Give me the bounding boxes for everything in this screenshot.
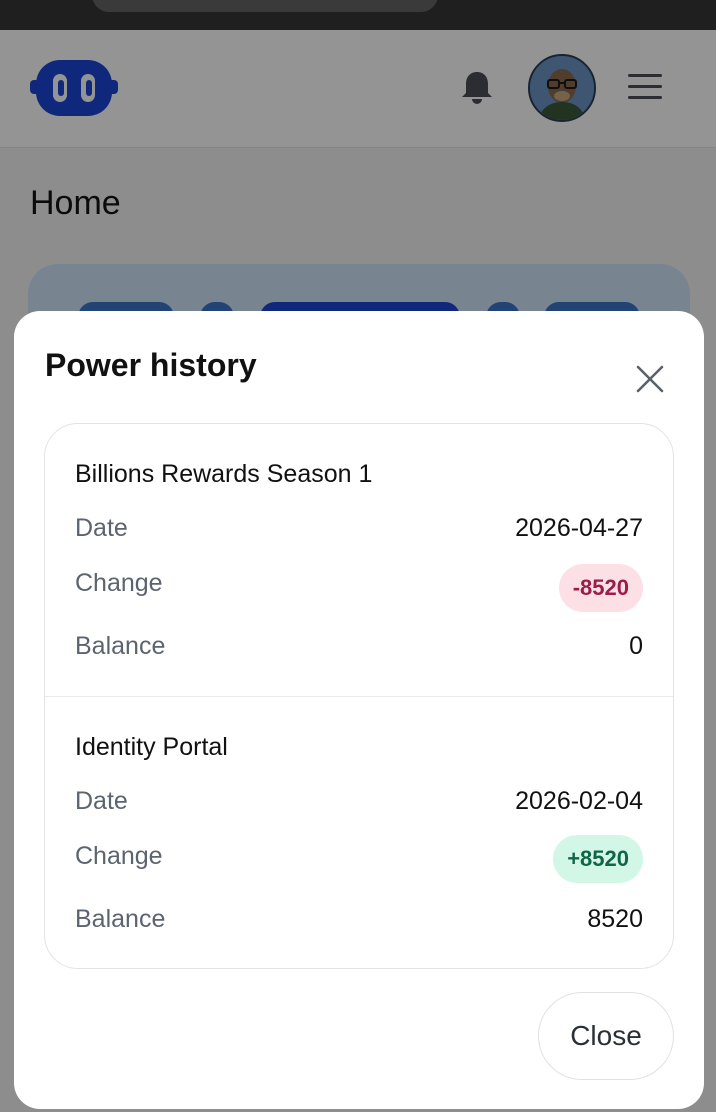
power-history-dialog: Power history Billions Rewards Season 1 … (14, 311, 704, 1109)
entry-title: Identity Portal (75, 733, 228, 761)
close-button[interactable]: Close (538, 992, 674, 1080)
entry-title: Billions Rewards Season 1 (75, 460, 373, 488)
date-value: 2026-02-04 (515, 787, 643, 815)
balance-value: 0 (629, 632, 643, 660)
date-value: 2026-04-27 (515, 514, 643, 542)
date-label: Date (75, 787, 128, 815)
history-list: Billions Rewards Season 1 Date 2026-04-2… (44, 423, 674, 969)
change-label: Change (75, 842, 163, 870)
change-badge: -8520 (558, 564, 643, 612)
entry-divider (45, 696, 673, 697)
dialog-title: Power history (45, 347, 257, 383)
browser-top-bar (0, 0, 716, 30)
browser-address-bar[interactable] (92, 0, 438, 12)
close-icon[interactable] (634, 363, 666, 395)
date-label: Date (75, 514, 128, 542)
balance-value: 8520 (587, 905, 643, 933)
change-badge: +8520 (553, 835, 643, 883)
change-label: Change (75, 569, 163, 597)
balance-label: Balance (75, 632, 166, 660)
balance-label: Balance (75, 905, 166, 933)
